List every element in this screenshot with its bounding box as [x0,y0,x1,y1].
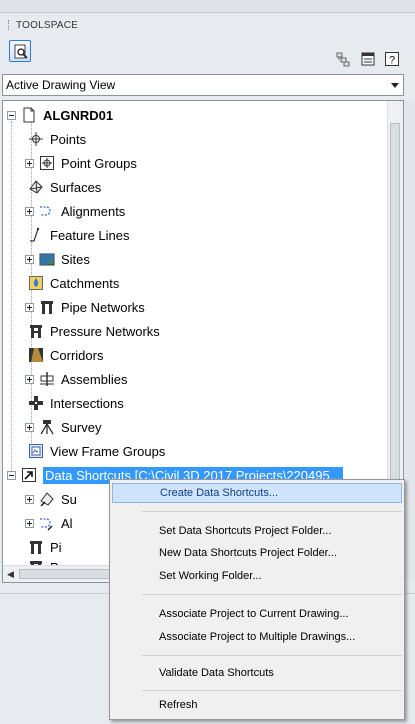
tree-item-assemblies[interactable]: Assemblies [25,368,127,390]
help-icon: ? [381,48,403,70]
expand-toggle-icon[interactable] [25,374,34,384]
tree-item-label: View Frame Groups [50,443,166,459]
tree-item-points[interactable]: Points [27,128,86,150]
expand-toggle-icon[interactable] [25,206,34,216]
help-button[interactable]: ? [381,48,403,70]
survey-icon [38,418,56,436]
tree-item-alignments[interactable]: Alignments [25,200,125,222]
point-groups-icon [38,154,56,172]
magnifier-document-icon [10,41,32,63]
panel-options-icon [357,48,379,70]
alignments-icon [38,202,56,220]
menu-item-set-project-folder[interactable]: Set Data Shortcuts Project Folder... [112,521,402,541]
expand-toggle-icon[interactable] [25,494,34,504]
tree-item-point-groups[interactable]: Point Groups [25,152,137,174]
tree-item-label: Sites [61,251,90,267]
tree-item-pipe-networks[interactable]: Pipe Networks [25,296,145,318]
tree-item-intersections[interactable]: Intersections [27,392,124,414]
tree-item-label: Pi [50,539,62,555]
collapse-toggle-icon[interactable] [7,110,16,120]
tree-root-algnrd01[interactable]: ALGNRD01 [7,104,113,126]
toolspace-panel: TOOLSPACE ? Active Drawing View ALGNRD01… [0,0,415,724]
view-select[interactable]: Active Drawing View [2,74,404,96]
menu-separator [142,655,402,656]
panel-edge [405,100,415,580]
intersections-icon [27,394,45,412]
tree-item-pressure-networks[interactable]: Pressure Networks [27,320,160,342]
tree-item-label: Corridors [50,347,104,363]
tree-item-label: Su [61,491,77,507]
tree-item-label: Survey [61,419,102,435]
surfaces-shortcut-icon [38,490,56,508]
top-strip [0,0,415,13]
scroll-left-icon[interactable]: ◀ [7,569,14,580]
context-menu: Create Data Shortcuts... Set Data Shortc… [109,479,405,720]
tree-item-catchments[interactable]: Catchments [27,272,119,294]
catchments-icon [27,274,45,292]
expand-toggle-icon[interactable] [25,158,34,168]
corridors-icon [27,346,45,364]
assemblies-icon [38,370,56,388]
menu-item-new-project-folder[interactable]: New Data Shortcuts Project Folder... [112,543,402,563]
expand-toggle-icon[interactable] [25,422,34,432]
panel-title: TOOLSPACE [8,20,78,31]
tree-item-corridors[interactable]: Corridors [27,344,103,366]
prospector-tab-button[interactable] [9,40,31,62]
expand-toggle-icon[interactable] [25,302,34,312]
chevron-down-icon[interactable] [391,83,399,88]
tree-item-sites[interactable]: Sites [25,248,90,270]
pipe-networks-shortcut-icon [27,538,45,556]
tree-item-label: Al [61,515,73,531]
collapse-toggle-icon[interactable] [7,470,16,480]
tree-item-shortcut-surfaces[interactable]: Su [25,488,77,510]
sites-icon [38,250,56,268]
pressure-networks-icon [27,322,45,340]
tree-item-label: Intersections [50,395,124,411]
tree-item-label: Pressure Networks [50,323,160,339]
points-icon [27,130,45,148]
menu-separator [142,690,402,691]
pipe-networks-icon [38,298,56,316]
alignments-shortcut-icon [38,514,56,532]
tree-item-label: Catchments [50,275,120,291]
view-frame-groups-icon [27,442,45,460]
svg-text:?: ? [389,55,395,67]
drawing-document-icon [20,106,38,124]
item-view-toggle-button[interactable] [332,48,354,70]
tree-item-label: Pipe Networks [61,299,145,315]
menu-item-create-data-shortcuts[interactable]: Create Data Shortcuts... [112,483,402,503]
menu-item-associate-current-drawing[interactable]: Associate Project to Current Drawing... [112,604,402,624]
menu-item-refresh[interactable]: Refresh [112,695,402,715]
menu-item-associate-multiple-drawings[interactable]: Associate Project to Multiple Drawings..… [112,627,402,647]
tree-connector [11,121,12,475]
tree-item-shortcut-alignments[interactable]: Al [25,512,73,534]
tree-root-label: ALGNRD01 [43,107,114,123]
tree-item-feature-lines[interactable]: Feature Lines [27,224,130,246]
expand-toggle-icon[interactable] [25,254,34,264]
menu-item-validate-data-shortcuts[interactable]: Validate Data Shortcuts [112,663,402,683]
panel-options-button[interactable] [357,48,379,70]
tree-item-shortcut-pipe-networks[interactable]: Pi [27,536,62,558]
grip-handle-icon[interactable] [8,20,11,31]
shortcut-arrow-icon [20,466,38,484]
tree-item-label: Alignments [61,203,126,219]
menu-item-set-working-folder[interactable]: Set Working Folder... [112,566,402,586]
feature-lines-icon [27,226,45,244]
tree-item-label: Surfaces [50,179,102,195]
menu-separator [142,594,402,595]
tree-item-label: Feature Lines [50,227,130,243]
tree-item-surfaces[interactable]: Surfaces [27,176,101,198]
surfaces-icon [27,178,45,196]
item-view-icon [332,48,354,70]
tree-item-survey[interactable]: Survey [25,416,101,438]
tree-item-label: Points [50,131,87,147]
menu-separator [142,511,402,512]
expand-toggle-icon[interactable] [25,518,34,528]
view-select-value: Active Drawing View [6,78,116,92]
tree-item-label: Assemblies [61,371,128,387]
tree-item-view-frame-groups[interactable]: View Frame Groups [27,440,165,462]
vertical-scroll-thumb[interactable] [390,123,400,483]
tree-item-label: Point Groups [61,155,137,171]
